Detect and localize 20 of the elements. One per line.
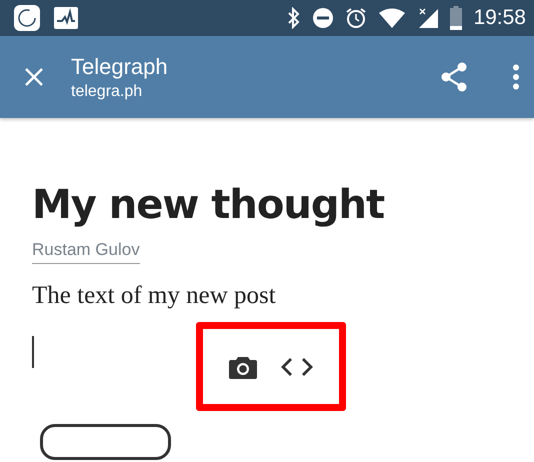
article-text: The text of my new post bbox=[32, 282, 277, 310]
share-button[interactable] bbox=[440, 62, 468, 92]
signal-icon bbox=[417, 7, 440, 29]
do-not-disturb-icon bbox=[312, 7, 334, 29]
page-title: Telegraph bbox=[71, 54, 169, 80]
embed-code-button[interactable] bbox=[280, 356, 314, 378]
activity-icon bbox=[54, 7, 78, 29]
more-menu-button[interactable] bbox=[512, 64, 520, 90]
wifi-icon bbox=[378, 7, 406, 29]
author-link[interactable]: Rustam Gulov bbox=[32, 240, 140, 264]
text-cursor bbox=[32, 336, 34, 368]
page-url: telegra.ph bbox=[71, 82, 144, 100]
app-icon bbox=[14, 5, 40, 31]
close-button[interactable] bbox=[24, 67, 44, 87]
bluetooth-icon bbox=[287, 7, 302, 29]
publish-button-outline[interactable] bbox=[40, 424, 171, 460]
battery-icon bbox=[450, 6, 462, 30]
article-title: My new thought bbox=[32, 181, 386, 230]
alarm-icon bbox=[345, 7, 368, 29]
clock-time: 19:58 bbox=[473, 6, 526, 30]
